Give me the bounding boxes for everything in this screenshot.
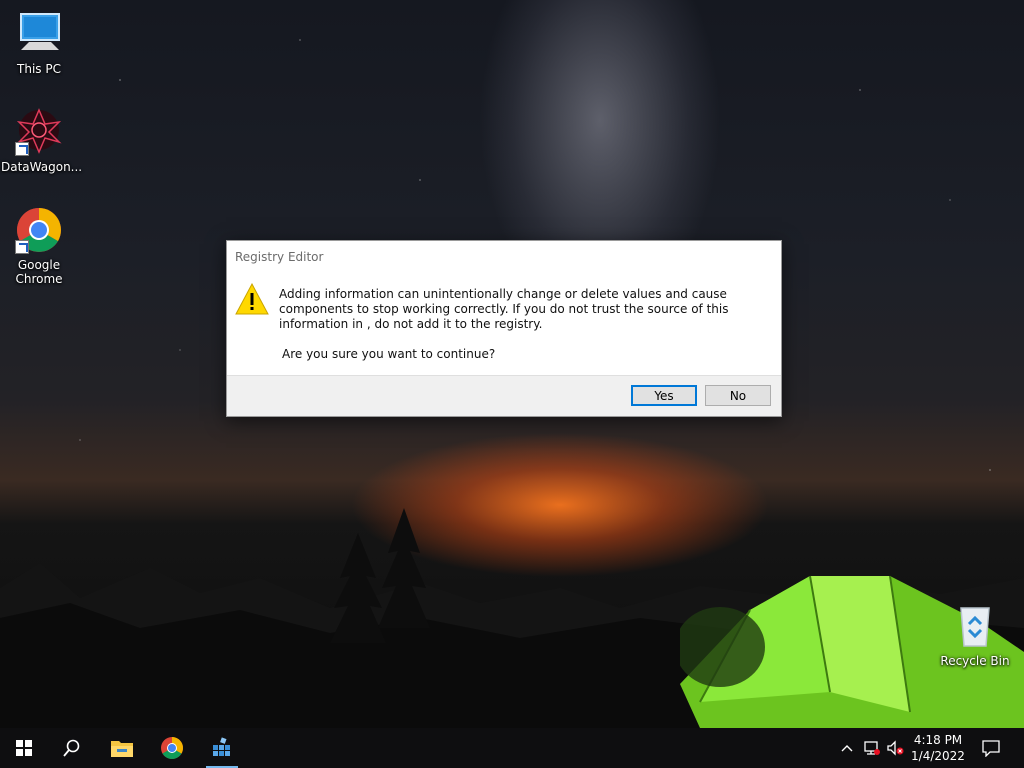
search-button[interactable]	[52, 728, 92, 768]
desktop-icon-recycle-bin[interactable]: Recycle Bin	[937, 602, 1013, 668]
volume-button[interactable]	[885, 738, 905, 758]
volume-muted-icon	[887, 740, 904, 756]
dialog-question: Are you sure you want to continue?	[282, 347, 496, 361]
yes-button[interactable]: Yes	[631, 385, 697, 406]
desktop-icon-label: Recycle Bin	[940, 654, 1010, 668]
network-button[interactable]	[861, 738, 881, 758]
desktop-icon-label: Google Chrome	[15, 258, 63, 286]
chevron-up-icon	[841, 745, 853, 752]
file-explorer-icon	[111, 741, 133, 757]
this-pc-icon	[15, 10, 63, 58]
chrome-icon	[15, 206, 63, 254]
taskbar-registry-editor[interactable]	[202, 728, 242, 768]
shortcut-arrow-icon	[15, 240, 29, 254]
recycle-bin-icon	[951, 602, 999, 650]
desktop-icon-label: DataWagon...	[1, 160, 83, 174]
registry-editor-dialog: Registry Editor Adding information can u…	[226, 240, 782, 417]
taskbar-clock[interactable]: 4:18 PM 1/4/2022	[906, 732, 970, 764]
datawagon-icon	[15, 108, 63, 156]
dialog-title: Registry Editor	[235, 250, 324, 264]
taskbar-file-explorer[interactable]	[102, 728, 142, 768]
notifications-icon	[982, 740, 1000, 757]
dialog-message: Adding information can unintentionally c…	[279, 287, 729, 331]
show-hidden-icons-button[interactable]	[837, 738, 857, 758]
shortcut-arrow-icon	[15, 142, 29, 156]
start-button[interactable]	[4, 728, 44, 768]
desktop-icon-datawagon[interactable]: DataWagon...	[1, 108, 82, 174]
desktop-icon-google-chrome[interactable]: Google Chrome	[1, 206, 77, 286]
clock-time: 4:18 PM	[913, 733, 963, 747]
desktop-icon-this-pc[interactable]: This PC	[1, 10, 77, 76]
clock-date: 1/4/2022	[911, 749, 965, 763]
warning-icon	[235, 283, 269, 315]
action-center-button[interactable]	[981, 738, 1001, 758]
no-button[interactable]: No	[705, 385, 771, 406]
windows-start-icon	[16, 740, 32, 756]
desktop-icon-label: This PC	[17, 62, 61, 76]
network-icon	[864, 741, 880, 755]
dialog-footer: Yes No	[227, 375, 781, 416]
taskbar: 4:18 PM 1/4/2022	[0, 728, 1024, 768]
registry-editor-icon	[213, 737, 230, 756]
search-icon	[63, 739, 80, 757]
taskbar-chrome[interactable]	[152, 728, 192, 768]
chrome-icon	[161, 737, 183, 759]
